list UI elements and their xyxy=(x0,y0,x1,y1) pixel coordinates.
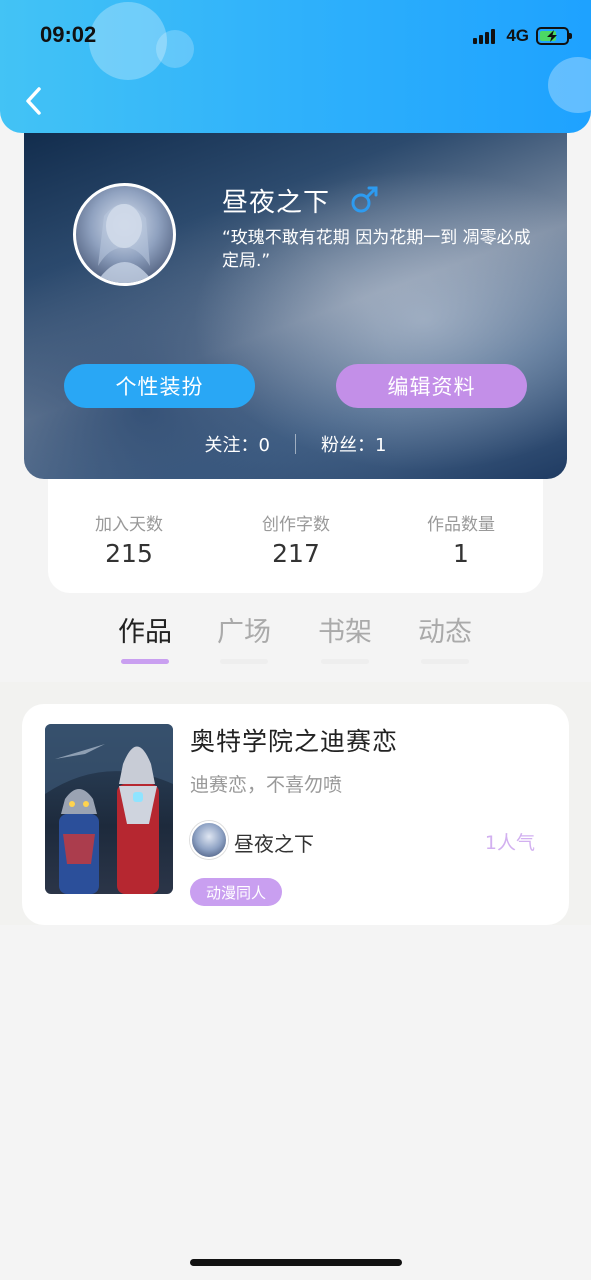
tab-square[interactable]: 广场 xyxy=(212,610,276,664)
chevron-left-icon xyxy=(26,87,41,115)
top-header: 09:02 4G xyxy=(0,0,591,133)
stat-value: 1 xyxy=(453,539,469,568)
fans-label: 粉丝： xyxy=(321,435,375,456)
tab-label: 动态 xyxy=(418,617,472,648)
fans-link[interactable]: 粉丝：1 xyxy=(321,431,386,457)
stat-label: 加入天数 xyxy=(95,515,163,535)
work-cover-image[interactable] xyxy=(45,724,173,894)
tab-activity[interactable]: 动态 xyxy=(413,610,477,664)
username: 昼夜之下 xyxy=(222,188,331,218)
divider xyxy=(295,434,296,454)
decor-bubble xyxy=(89,2,167,80)
tab-bar: 作品 广场 书架 动态 xyxy=(0,610,591,664)
fans-count: 1 xyxy=(375,435,387,456)
category-tag[interactable]: 动漫同人 xyxy=(190,878,283,906)
back-button[interactable] xyxy=(20,84,50,118)
following-count: 0 xyxy=(258,435,270,456)
male-gender-icon xyxy=(351,186,378,213)
network-type: 4G xyxy=(506,26,529,45)
avatar[interactable] xyxy=(73,183,176,286)
tab-bookshelf[interactable]: 书架 xyxy=(313,610,377,664)
following-label: 关注： xyxy=(204,435,259,456)
follow-stats: 关注：0 粉丝：1 xyxy=(24,432,567,456)
decor-bubble xyxy=(548,57,591,113)
stat-label: 作品数量 xyxy=(427,515,495,535)
stats-card: 加入天数 215 创作字数 217 作品数量 1 xyxy=(48,470,543,593)
work-description: 迪赛恋，不喜勿喷 xyxy=(190,774,343,796)
signature: “玫瑰不敢有花期 因为花期一到 凋零必成定局.” xyxy=(222,228,531,271)
stat-join-days: 加入天数 215 xyxy=(59,510,199,568)
tab-indicator xyxy=(220,659,268,664)
tab-label: 作品 xyxy=(118,617,172,648)
work-title: 奥特学院之迪赛恋 xyxy=(190,727,399,756)
status-time: 09:02 xyxy=(40,22,97,47)
edit-profile-button[interactable]: 编辑资料 xyxy=(336,364,527,408)
tab-label: 书架 xyxy=(318,617,372,648)
battery-icon xyxy=(536,27,572,45)
stat-works-count: 作品数量 1 xyxy=(391,510,531,568)
tab-label: 广场 xyxy=(217,617,271,648)
decor-bubble xyxy=(156,30,194,68)
signal-icon xyxy=(473,28,497,44)
tab-indicator xyxy=(321,659,369,664)
tab-indicator xyxy=(121,659,169,664)
home-indicator[interactable] xyxy=(190,1259,402,1266)
stat-value: 215 xyxy=(105,539,153,568)
following-link[interactable]: 关注：0 xyxy=(205,431,270,457)
dress-up-button[interactable]: 个性装扮 xyxy=(64,364,255,408)
popularity-count: 1人气 xyxy=(484,832,535,854)
status-indicators: 4G xyxy=(473,25,572,47)
work-card[interactable]: 奥特学院之迪赛恋 迪赛恋，不喜勿喷 昼夜之下 1人气 动漫同人 xyxy=(22,704,569,925)
profile-card: 昼夜之下 “玫瑰不敢有花期 因为花期一到 凋零必成定局.” 个性装扮 编辑资料 … xyxy=(24,110,567,479)
author-avatar xyxy=(190,821,228,859)
stat-value: 217 xyxy=(272,539,320,568)
tab-works[interactable]: 作品 xyxy=(113,610,177,664)
works-list: 奥特学院之迪赛恋 迪赛恋，不喜勿喷 昼夜之下 1人气 动漫同人 xyxy=(0,682,591,925)
stat-label: 创作字数 xyxy=(262,515,330,535)
tab-indicator xyxy=(421,659,469,664)
author-name: 昼夜之下 xyxy=(234,832,314,856)
stat-word-count: 创作字数 217 xyxy=(226,510,366,568)
